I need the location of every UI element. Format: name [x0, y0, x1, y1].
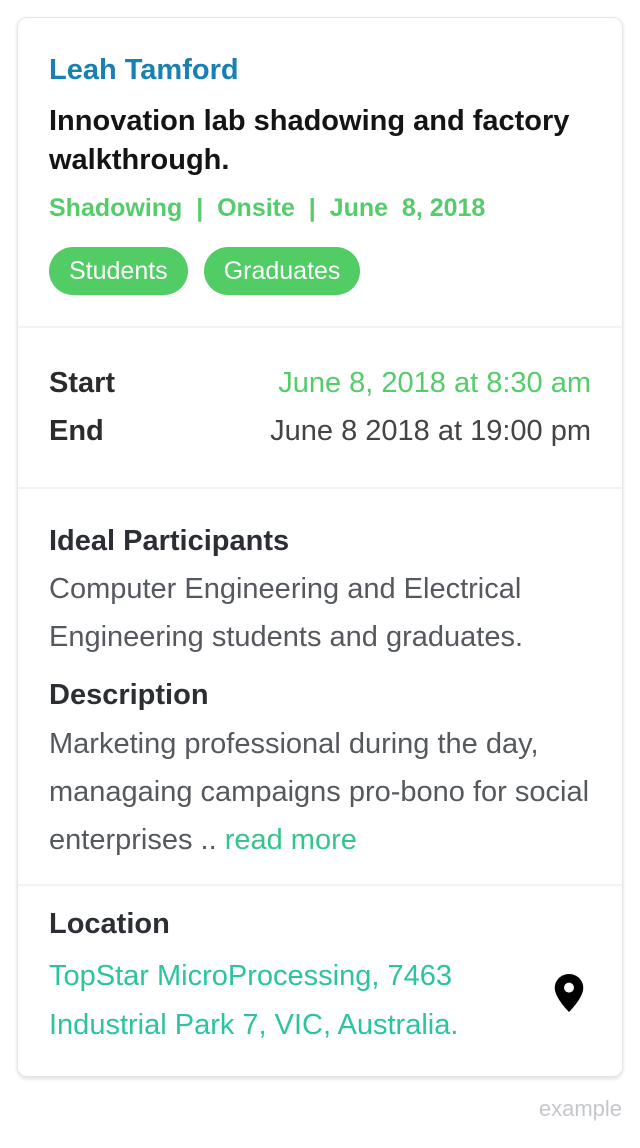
location-heading: Location — [49, 908, 170, 940]
tag-graduates[interactable]: Graduates — [203, 247, 361, 295]
example-watermark: example — [538, 1096, 622, 1121]
start-value: June 8, 2018 at 8:30 am — [278, 367, 591, 399]
start-label: Start — [49, 367, 116, 399]
description-text: Marketing professional during the day, m… — [49, 720, 609, 864]
divider — [18, 326, 622, 328]
end-value: June 8 2018 at 19:00 pm — [270, 415, 591, 447]
host-name[interactable]: Leah Tamford — [49, 54, 239, 87]
tag-students[interactable]: Students — [49, 247, 188, 295]
event-card: Leah Tamford Innovation lab shadowing an… — [17, 17, 623, 1077]
read-more-link[interactable]: read more — [225, 824, 357, 856]
divider — [18, 884, 622, 886]
location-address-link[interactable]: TopStar MicroProcessing, 7463 Industrial… — [49, 952, 519, 1050]
event-meta: Shadowing | Onsite | June 8, 2018 — [49, 194, 486, 222]
event-title: Innovation lab shadowing and factory wal… — [49, 105, 570, 176]
map-pin-icon[interactable] — [554, 974, 584, 1012]
description-heading: Description — [49, 679, 209, 711]
audience-tags: Students Graduates — [49, 247, 361, 295]
participants-text: Computer Engineering and Electrical Engi… — [49, 573, 524, 653]
divider — [18, 487, 622, 489]
participants-heading: Ideal Participants — [49, 525, 290, 557]
end-label: End — [49, 415, 104, 447]
